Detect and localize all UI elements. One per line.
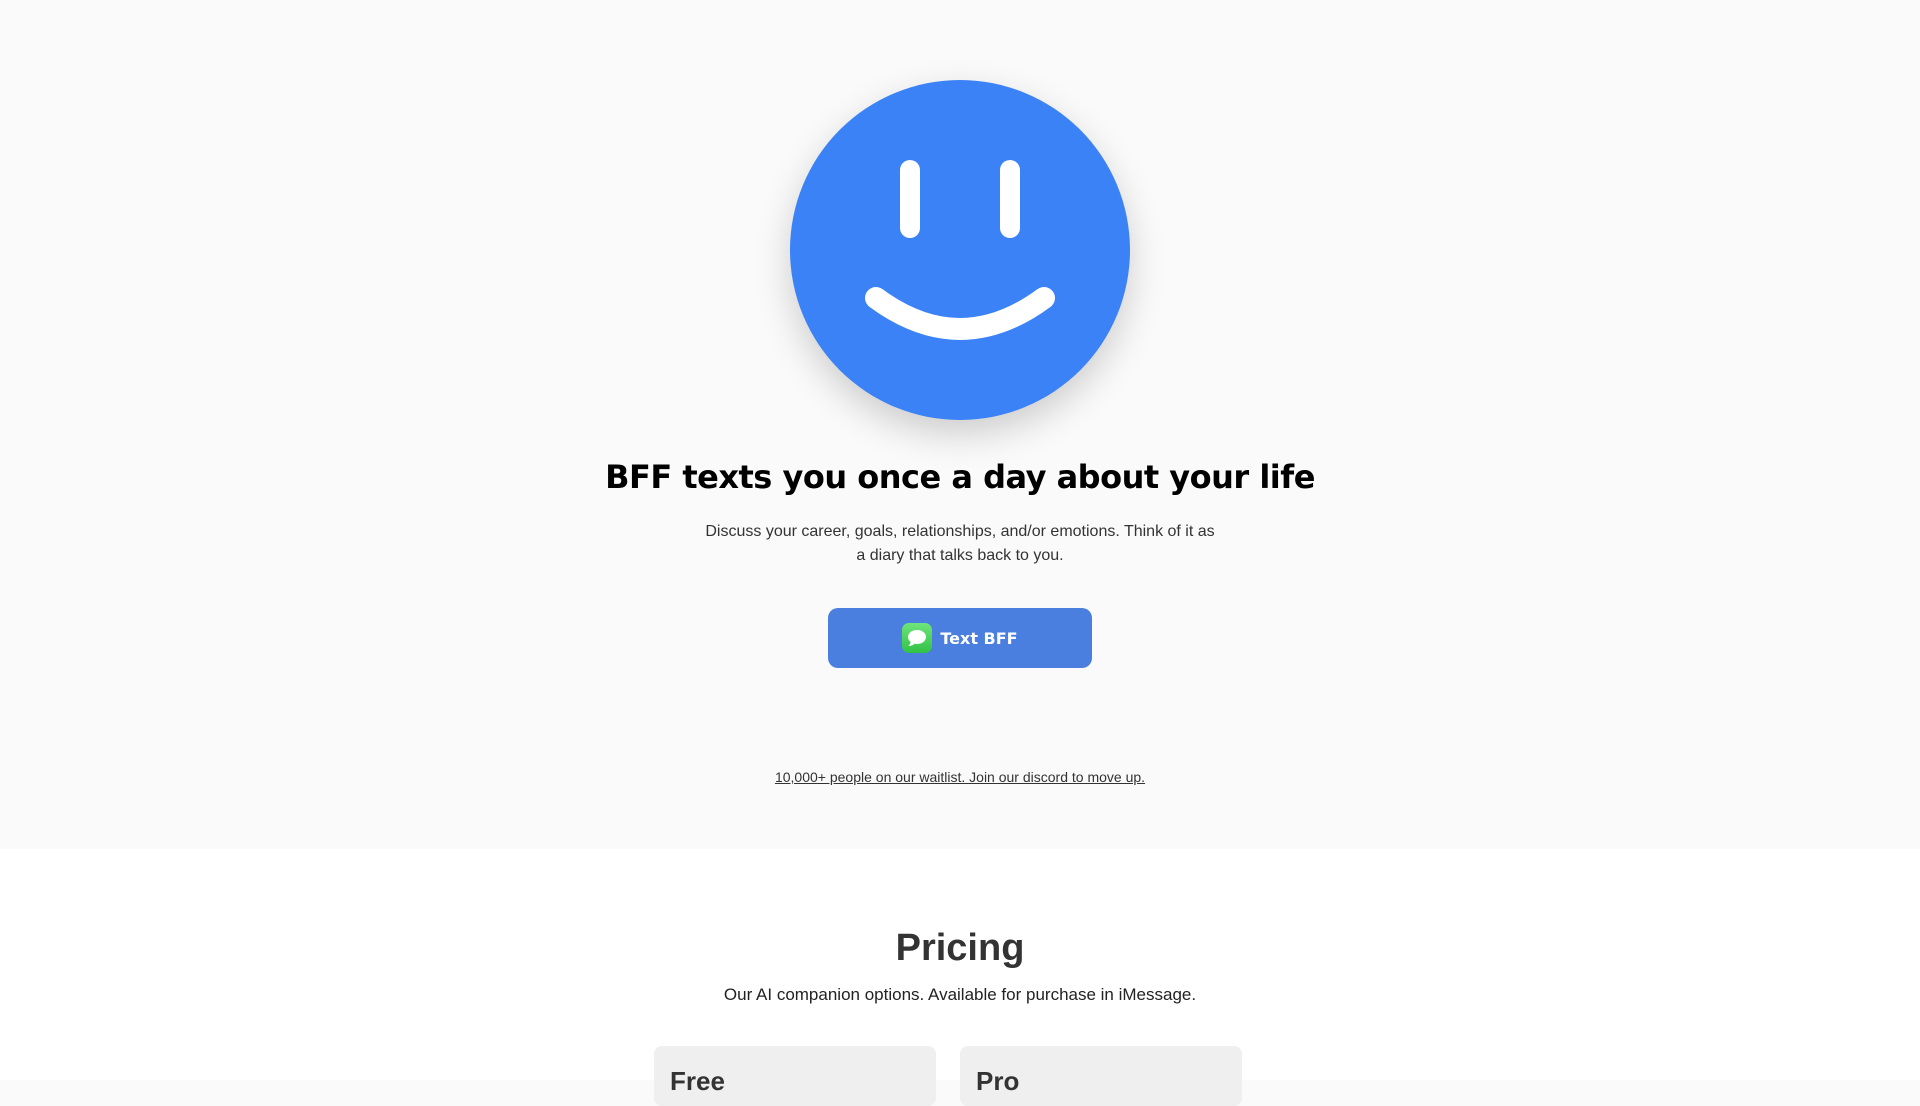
discord-waitlist-link[interactable]: 10,000+ people on our waitlist. Join our… — [775, 769, 1145, 785]
pricing-title: Pricing — [895, 927, 1025, 969]
pricing-subtitle: Our AI companion options. Available for … — [723, 985, 1197, 1004]
waitlist-notice: 10,000+ people on our waitlist. Join our… — [0, 769, 1920, 785]
hero-section: BFF texts you once a day about your life… — [0, 0, 1920, 849]
plan-name-pro: Pro — [976, 1066, 1020, 1096]
plan-name-free: Free — [670, 1066, 725, 1096]
hero-headline: BFF texts you once a day about your life — [605, 458, 1315, 496]
plan-card-free: Free — [654, 1046, 936, 1106]
pricing-section: Pricing Our AI companion options. Availa… — [0, 849, 1920, 1106]
imessage-icon — [902, 623, 933, 653]
smile-mouth — [865, 287, 1055, 340]
smiley-face-icon — [790, 80, 1130, 420]
smiley-face-graphic — [865, 160, 1055, 340]
hero-subtext: Discuss your career, goals, relationship… — [705, 523, 1215, 564]
plan-card-pro: Pro — [960, 1046, 1242, 1106]
text-bff-button-label: Text BFF — [940, 628, 1018, 648]
text-bff-button[interactable]: Text BFF — [828, 608, 1092, 668]
